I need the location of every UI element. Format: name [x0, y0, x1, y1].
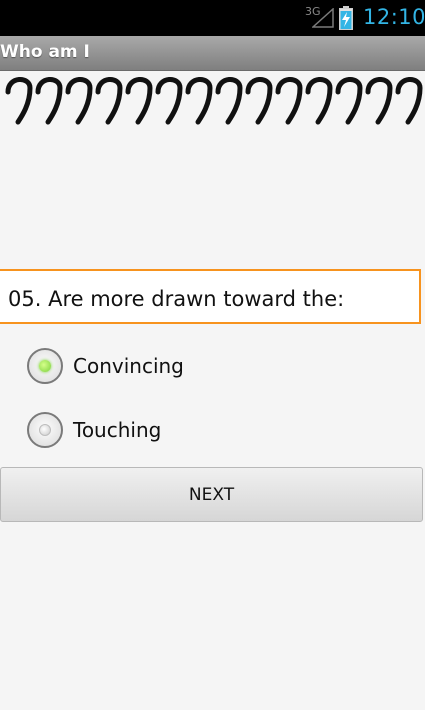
question-text: 05. Are more drawn toward the:	[8, 287, 345, 311]
app-title: Who am I	[0, 42, 90, 62]
radio-dot-checked-icon	[39, 360, 51, 372]
spiral-binding-decoration	[5, 77, 423, 125]
title-bar: Who am I	[0, 36, 425, 71]
spiral-coil	[275, 77, 303, 125]
option-label: Convincing	[73, 354, 184, 378]
spiral-coil	[125, 77, 153, 125]
spiral-coil	[65, 77, 93, 125]
spiral-coil	[395, 77, 423, 125]
clock: 12:10	[363, 5, 425, 29]
radio-button-unselected[interactable]	[27, 412, 63, 448]
spiral-coil	[365, 77, 393, 125]
option-touching[interactable]: Touching	[27, 412, 277, 452]
option-label: Touching	[73, 418, 162, 442]
spiral-coil	[185, 77, 213, 125]
signal-icon	[312, 8, 334, 28]
question-box: 05. Are more drawn toward the:	[0, 269, 421, 324]
radio-dot-unchecked-icon	[39, 424, 51, 436]
spiral-coil	[35, 77, 63, 125]
battery-charging-icon	[339, 6, 353, 30]
spiral-coil	[305, 77, 333, 125]
next-button[interactable]: NEXT	[0, 467, 423, 522]
spiral-coil	[155, 77, 183, 125]
option-convincing[interactable]: Convincing	[27, 348, 277, 388]
spiral-coil	[95, 77, 123, 125]
spiral-coil	[335, 77, 363, 125]
status-bar: 3G 12:10	[0, 0, 425, 36]
spiral-coil	[5, 77, 33, 125]
spiral-coil	[215, 77, 243, 125]
spiral-coil	[245, 77, 273, 125]
radio-button-selected[interactable]	[27, 348, 63, 384]
